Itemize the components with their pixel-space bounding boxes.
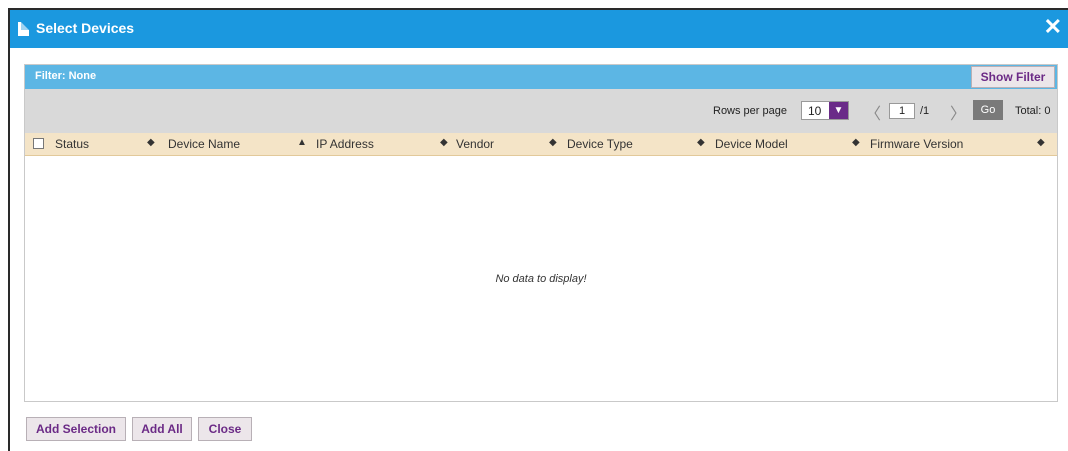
dialog-title: Select Devices (36, 20, 135, 36)
chevron-down-icon[interactable]: ▼ (829, 102, 848, 119)
select-all-checkbox[interactable] (33, 138, 44, 149)
column-header-device-name[interactable]: Device Name (168, 137, 240, 151)
rows-per-page-label: Rows per page (713, 105, 787, 117)
device-table-panel: Filter: None Show Filter Rows per page 1… (24, 64, 1058, 402)
empty-table-message: No data to display! (495, 273, 587, 285)
pager-bar: Rows per page 10 ▼ 〈 1 /1 〉 Go Total: 0 (25, 89, 1057, 133)
show-filter-button[interactable]: Show Filter (971, 66, 1055, 88)
close-icon[interactable]: ✕ (1044, 15, 1062, 39)
column-header-ip-address[interactable]: IP Address (316, 137, 374, 151)
sort-icon[interactable]: ◆ (1037, 137, 1045, 148)
filter-label: Filter: None (35, 70, 97, 82)
column-header-vendor[interactable]: Vendor (456, 137, 494, 151)
sort-icon[interactable]: ◆ (697, 137, 705, 148)
add-all-button[interactable]: Add All (132, 417, 192, 441)
rows-per-page-select[interactable]: 10 ▼ (801, 101, 849, 120)
column-header-firmware-version[interactable]: Firmware Version (870, 137, 963, 151)
column-header-device-type[interactable]: Device Type (567, 137, 633, 151)
page-count: /1 (920, 105, 930, 117)
previous-page-button[interactable]: 〈 (865, 100, 881, 124)
filter-bar: Filter: None Show Filter (25, 65, 1057, 89)
sort-icon[interactable]: ▲ (297, 137, 307, 148)
document-icon (18, 22, 29, 36)
add-selection-button[interactable]: Add Selection (26, 417, 126, 441)
next-page-button[interactable]: 〉 (950, 100, 966, 124)
go-button[interactable]: Go (973, 100, 1003, 120)
dialog-titlebar: Select Devices ✕ (10, 10, 1068, 48)
total-count: Total: 0 (1015, 105, 1051, 117)
sort-icon[interactable]: ◆ (440, 137, 448, 148)
page-number-input[interactable]: 1 (889, 103, 915, 119)
table-header-row: Status ◆ Device Name ▲ IP Address ◆ Vend… (25, 133, 1057, 156)
close-button[interactable]: Close (198, 417, 252, 441)
sort-icon[interactable]: ◆ (549, 137, 557, 148)
select-devices-dialog: Select Devices ✕ Filter: None Show Filte… (8, 8, 1068, 451)
column-header-device-model[interactable]: Device Model (715, 137, 788, 151)
rows-per-page-value: 10 (808, 104, 822, 118)
sort-icon[interactable]: ◆ (147, 137, 155, 148)
sort-icon[interactable]: ◆ (852, 137, 860, 148)
column-header-status[interactable]: Status (55, 137, 89, 151)
